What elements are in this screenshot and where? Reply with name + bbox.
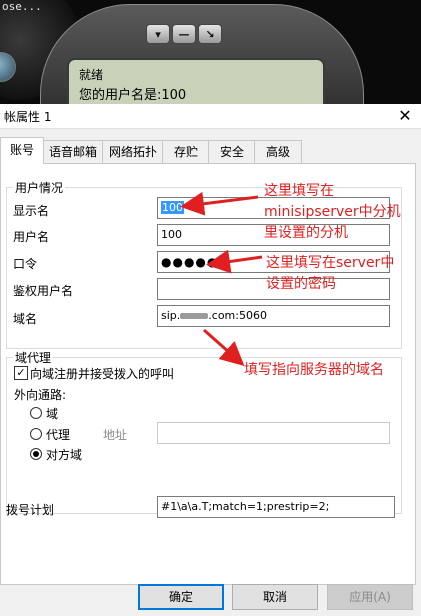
annotation-extension: 这里填写在 minisipserver中分机 里设置的分机 xyxy=(264,181,401,244)
tab-account[interactable]: 账号 xyxy=(0,137,44,164)
annotation-password: 这里填写在server中 设置的密码 xyxy=(266,253,394,295)
arrow-to-display-name xyxy=(180,191,259,216)
annotation-arrows xyxy=(180,191,263,366)
arrow-to-domain xyxy=(203,328,245,366)
annotation-extension-line3: 里设置的分机 xyxy=(264,225,348,241)
annotation-domain: 填写指向服务器的域名 xyxy=(244,362,384,378)
annotation-password-line1: 这里填写在server中 xyxy=(266,255,395,271)
annotation-extension-line2: minisipserver中分机 xyxy=(264,204,401,220)
annotation-password-line2: 设置的密码 xyxy=(266,276,336,292)
arrow-to-password xyxy=(206,249,263,274)
annotation-extension-line1: 这里填写在 xyxy=(264,183,334,199)
